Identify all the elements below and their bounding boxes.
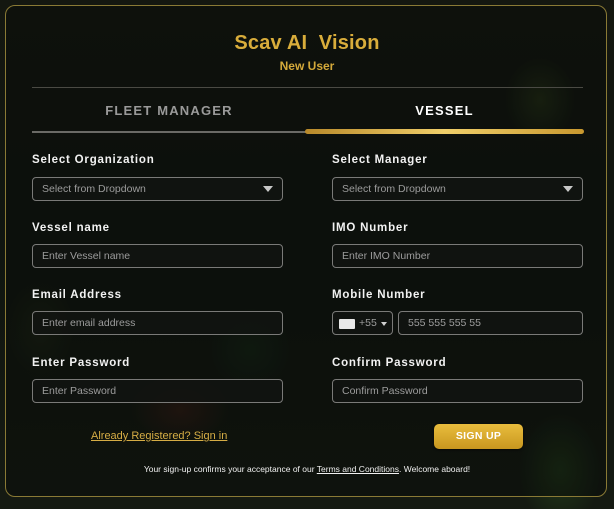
tab-fleet-manager[interactable]: FLEET MANAGER [32,103,306,121]
country-code-value: +55 [359,317,377,329]
manager-label: Select Manager [332,154,428,166]
mobile-number-label: Mobile Number [332,289,426,301]
country-code-selector[interactable]: +55 [332,311,393,335]
tab-fleet-manager-underline [32,131,306,133]
terms-link[interactable]: Terms and Conditions [317,464,399,474]
confirm-password-label: Confirm Password [332,357,447,369]
email-label: Email Address [32,289,122,301]
manager-dropdown-placeholder: Select from Dropdown [342,183,446,195]
organization-label: Select Organization [32,154,155,166]
country-flag-icon [339,319,355,329]
confirm-password-input[interactable] [332,379,583,403]
password-label: Enter Password [32,357,131,369]
imo-number-input[interactable] [332,244,583,268]
password-input[interactable] [32,379,283,403]
terms-notice: Your sign-up confirms your acceptance of… [0,464,614,474]
imo-number-label: IMO Number [332,222,409,234]
tab-vessel-active-indicator [305,129,584,134]
manager-dropdown[interactable]: Select from Dropdown [332,177,583,201]
terms-notice-suffix: . Welcome aboard! [398,464,471,474]
email-input[interactable] [32,311,283,335]
caret-down-icon [381,322,387,326]
page-subtitle: New User [279,59,335,73]
organization-dropdown[interactable]: Select from Dropdown [32,177,283,201]
caret-down-icon [263,186,273,192]
tab-vessel[interactable]: VESSEL [306,103,583,121]
caret-down-icon [563,186,573,192]
vessel-name-label: Vessel name [32,222,110,234]
app-title: Scav AI Vision [234,32,380,54]
mobile-number-input[interactable] [398,311,583,335]
terms-notice-prefix: Your sign-up confirms your acceptance of… [143,464,317,474]
header-divider [32,87,583,88]
sign-in-link[interactable]: Already Registered? Sign in [91,430,227,442]
vessel-name-input[interactable] [32,244,283,268]
sign-up-button[interactable]: SIGN UP [434,424,523,449]
organization-dropdown-placeholder: Select from Dropdown [42,183,146,195]
